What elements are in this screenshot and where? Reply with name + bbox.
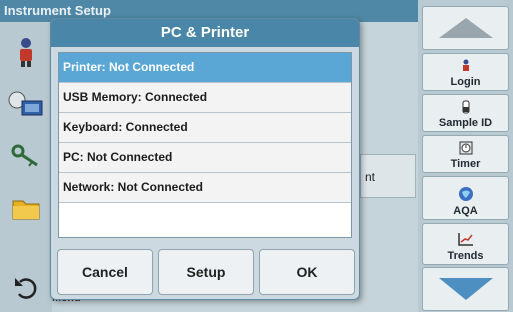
down-arrow-icon (438, 278, 493, 300)
sidebar-item-login[interactable]: Login (422, 53, 509, 91)
back-arrow-icon (15, 278, 37, 299)
sidebar-item-label: Timer (450, 158, 481, 170)
aqa-globe-icon (458, 186, 474, 205)
device-memory-icon[interactable] (6, 84, 46, 124)
dialog-button-row: Cancel Setup OK (57, 249, 355, 295)
sample-vial-icon (461, 100, 471, 117)
instrument-screen: Instrument Setup nt Menu Login Sample (0, 0, 513, 312)
scroll-down-button[interactable] (422, 267, 509, 311)
list-item-network[interactable]: Network: Not Connected (59, 173, 351, 203)
sidebar-item-label: Sample ID (438, 117, 493, 129)
sidebar-item-sample-id[interactable]: Sample ID (422, 94, 509, 132)
timer-icon (459, 141, 473, 158)
pc-printer-dialog: PC & Printer Printer: Not Connected USB … (50, 18, 360, 300)
trends-chart-icon (457, 231, 475, 250)
cancel-button[interactable]: Cancel (57, 249, 153, 295)
key-icon[interactable] (6, 136, 46, 176)
list-item-keyboard[interactable]: Keyboard: Connected (59, 113, 351, 143)
person-icon (461, 59, 471, 76)
setup-button[interactable]: Setup (158, 249, 254, 295)
up-arrow-icon (438, 18, 493, 38)
list-item-printer[interactable]: Printer: Not Connected (59, 53, 351, 83)
right-sidebar: Login Sample ID Timer AQA Trends (418, 0, 513, 312)
connection-list[interactable]: Printer: Not Connected USB Memory: Conne… (58, 52, 352, 238)
background-row-button[interactable]: nt (360, 154, 416, 198)
folder-icon[interactable] (6, 188, 46, 228)
back-button[interactable] (6, 268, 46, 308)
scroll-up-button[interactable] (422, 6, 509, 50)
list-item-pc[interactable]: PC: Not Connected (59, 143, 351, 173)
sidebar-item-trends[interactable]: Trends (422, 223, 509, 265)
list-item-usb-memory[interactable]: USB Memory: Connected (59, 83, 351, 113)
dialog-title: PC & Printer (51, 19, 359, 47)
sidebar-item-label: AQA (453, 205, 478, 217)
sidebar-item-timer[interactable]: Timer (422, 135, 509, 173)
sidebar-item-label: Trends (447, 250, 484, 262)
sidebar-item-label: Login (450, 76, 481, 88)
sidebar-item-aqa[interactable]: AQA (422, 176, 509, 220)
ok-button[interactable]: OK (259, 249, 355, 295)
person-icon[interactable] (6, 32, 46, 72)
